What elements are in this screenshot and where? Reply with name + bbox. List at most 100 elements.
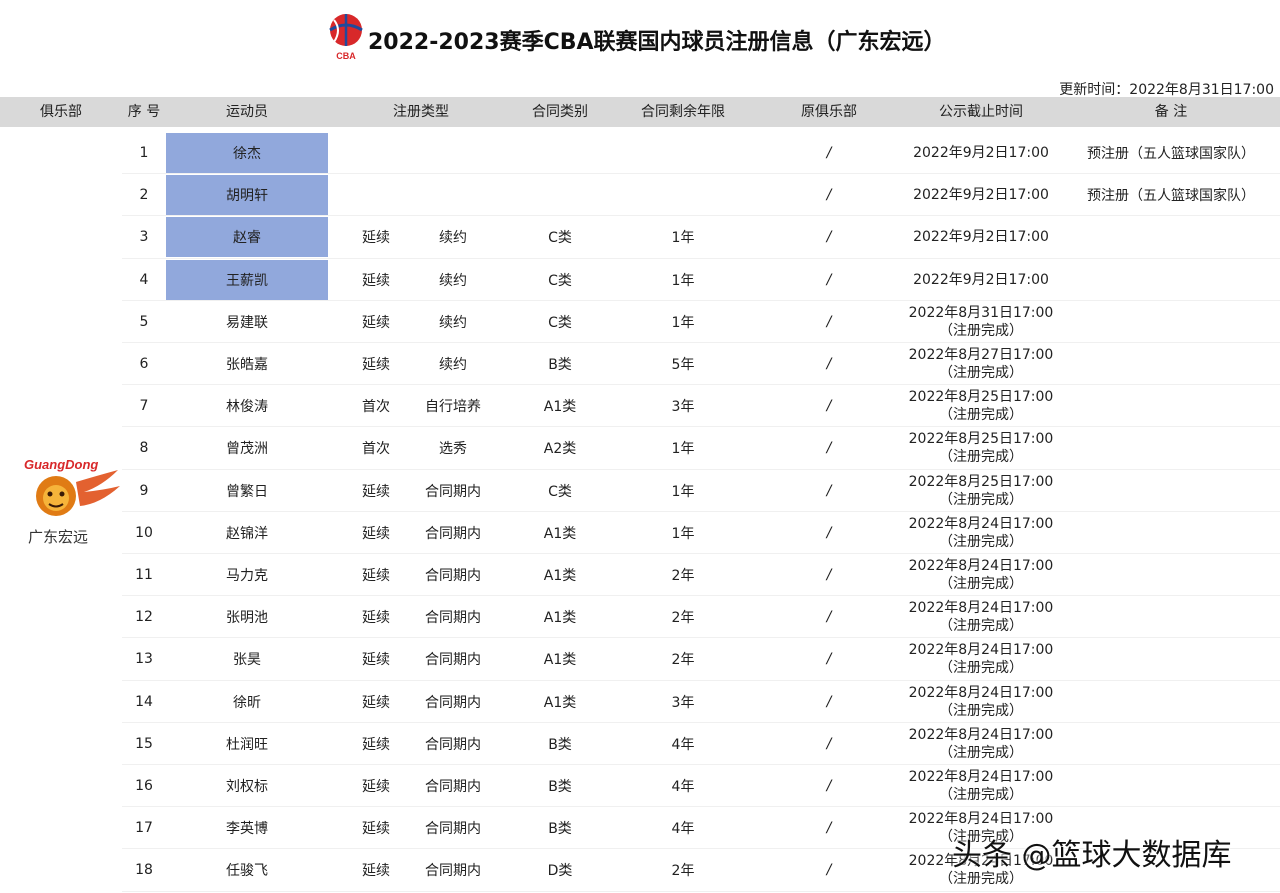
row-deadline: 2022年8月25日17:00 （注册完成） bbox=[900, 470, 1062, 512]
row-athlete-name: 徐杰 bbox=[166, 133, 328, 173]
row-deadline: 2022年9月2日17:00 bbox=[900, 174, 1062, 216]
row-deadline-time: 2022年8月24日17:00 bbox=[908, 600, 1054, 617]
row-contract-years: 2年 bbox=[671, 652, 695, 669]
row-note bbox=[1062, 343, 1280, 385]
row-contract-years: 4年 bbox=[671, 779, 695, 795]
table-row: 12 延续 合同期内 A1类 2年 / 张明池 2022年8月24日17:00 （注册完成） bbox=[0, 596, 1280, 639]
row-deadline-status: （注册完成） bbox=[939, 787, 1023, 803]
row-contract-category: A1类 bbox=[543, 525, 577, 542]
row-athlete-name: 曾茂洲 bbox=[226, 441, 268, 458]
row-contract-category: D类 bbox=[547, 863, 573, 880]
row-no: 17 bbox=[135, 820, 153, 837]
row-note bbox=[1062, 470, 1280, 512]
row-note bbox=[1062, 427, 1280, 469]
row-contract-category: A2类 bbox=[543, 441, 577, 458]
row-no: 18 bbox=[135, 862, 153, 879]
row-reg-type-secondary: 合同期内 bbox=[425, 610, 481, 627]
row-reg-type-secondary: 合同期内 bbox=[425, 652, 481, 669]
table-row: 6 延续 续约 B类 5年 / 张皓嘉 2022年8月27日17:00 （注册完成） bbox=[0, 343, 1280, 386]
row-former-club: / bbox=[826, 440, 832, 457]
row-deadline-time: 2022年8月25日17:00 bbox=[908, 473, 1054, 490]
row-deadline-time: 2022年8月25日17:00 bbox=[908, 431, 1054, 448]
row-no: 7 bbox=[139, 398, 149, 415]
row-athlete-name: 曾繁日 bbox=[226, 483, 268, 500]
row-deadline-time: 2022年8月25日17:00 bbox=[908, 389, 1054, 406]
row-contract-category bbox=[512, 132, 608, 174]
row-no: 13 bbox=[135, 651, 153, 668]
row-contract-category: C类 bbox=[548, 272, 572, 289]
row-contract-years: 4年 bbox=[671, 821, 695, 838]
row-contract-years: 3年 bbox=[671, 694, 695, 711]
row-deadline-status: （注册完成） bbox=[939, 322, 1023, 339]
row-note bbox=[1062, 723, 1280, 765]
row-contract-category: C类 bbox=[548, 314, 572, 331]
row-deadline: 2022年8月31日17:00 （注册完成） bbox=[900, 301, 1062, 343]
row-athlete-name: 李英博 bbox=[226, 821, 268, 838]
page-title: 2022-2023赛季CBA联赛国内球员注册信息（广东宏远） bbox=[368, 30, 946, 55]
row-note bbox=[1062, 596, 1280, 638]
row-no: 9 bbox=[139, 482, 149, 499]
row-deadline-time: 2022年8月24日17:00 bbox=[908, 558, 1054, 574]
row-former-club: / bbox=[826, 356, 832, 372]
row-contract-years bbox=[608, 132, 758, 174]
row-contract-category bbox=[512, 174, 608, 216]
row-deadline-time: 2022年8月24日17:00 bbox=[908, 726, 1054, 743]
table-row: 2 / 预注册（五人篮球国家队） 胡明轩 2022年9月2日17:00 bbox=[0, 174, 1280, 217]
row-note bbox=[1062, 301, 1280, 343]
row-reg-type-secondary: 选秀 bbox=[439, 441, 467, 458]
row-deadline-time: 2022年8月24日17:00 bbox=[908, 684, 1054, 701]
row-former-club: / bbox=[826, 271, 832, 288]
row-athlete-name: 易建联 bbox=[226, 314, 268, 331]
row-reg-type-secondary bbox=[408, 174, 498, 216]
table-row: 4 延续 续约 C类 1年 / 王薪凯 2022年9月2日17:00 bbox=[0, 259, 1280, 301]
row-note: 预注册（五人篮球国家队） bbox=[1087, 146, 1255, 162]
table-row: 5 延续 续约 C类 1年 / 易建联 2022年8月31日17:00 （注册完成） bbox=[0, 301, 1280, 343]
row-deadline: 2022年8月24日17:00 （注册完成） bbox=[900, 681, 1062, 723]
row-no: 14 bbox=[135, 693, 153, 710]
row-deadline-status: （注册完成） bbox=[939, 744, 1023, 761]
row-deadline: 2022年8月24日17:00 （注册完成） bbox=[900, 723, 1062, 765]
title-bar: CBA 2022-2023赛季CBA联赛国内球员注册信息（广东宏远） bbox=[0, 0, 1280, 80]
header-contract-category: 合同类别 bbox=[532, 104, 588, 120]
row-deadline-status: （注册完成） bbox=[939, 449, 1023, 466]
row-contract-category: A1类 bbox=[543, 694, 577, 711]
header-no: 序 号 bbox=[127, 104, 161, 120]
table-row: 16 延续 合同期内 B类 4年 / 刘权标 2022年8月24日17:00 （注册完成） bbox=[0, 765, 1280, 808]
row-deadline-time: 2022年8月27日17:00 bbox=[908, 347, 1054, 363]
club-logo: GuangDong bbox=[24, 457, 120, 516]
row-reg-type-secondary: 合同期内 bbox=[425, 483, 481, 500]
row-contract-category: A1类 bbox=[543, 652, 577, 669]
row-athlete-name: 任骏飞 bbox=[226, 863, 268, 880]
row-former-club: / bbox=[826, 313, 832, 330]
row-contract-category: B类 bbox=[548, 821, 572, 838]
row-deadline-time: 2022年9月2日17:00 bbox=[913, 145, 1049, 161]
row-contract-years: 2年 bbox=[671, 610, 695, 627]
row-contract-years: 4年 bbox=[671, 736, 695, 753]
row-deadline-time: 2022年8月24日17:00 bbox=[908, 515, 1054, 532]
row-former-club: / bbox=[826, 820, 832, 837]
row-former-club: / bbox=[826, 651, 832, 668]
row-no: 8 bbox=[139, 440, 149, 457]
row-reg-type-secondary: 合同期内 bbox=[425, 821, 481, 838]
row-contract-category: C类 bbox=[548, 230, 572, 247]
club-block: GuangDong 广东宏远 bbox=[22, 452, 120, 552]
row-note bbox=[1062, 512, 1280, 554]
row-contract-category: C类 bbox=[548, 483, 572, 500]
row-contract-category: A1类 bbox=[543, 610, 577, 627]
cba-logo: CBA bbox=[329, 14, 363, 61]
table-row: 7 首次 自行培养 A1类 3年 / 林俊涛 2022年8月25日17:00 （注册完成） bbox=[0, 385, 1280, 428]
table-row: 11 延续 合同期内 A1类 2年 / 马力克 2022年8月24日17:00 （注册完成） bbox=[0, 554, 1280, 597]
row-note bbox=[1062, 554, 1280, 596]
row-former-club: / bbox=[826, 862, 832, 879]
row-former-club: / bbox=[826, 398, 832, 415]
row-reg-type-secondary: 合同期内 bbox=[425, 863, 481, 880]
row-deadline-status: （注册完成） bbox=[939, 576, 1023, 592]
row-deadline: 2022年8月25日17:00 （注册完成） bbox=[900, 385, 1062, 427]
row-reg-type-secondary: 续约 bbox=[439, 272, 467, 289]
row-former-club: / bbox=[826, 482, 832, 499]
row-former-club: / bbox=[826, 524, 832, 541]
row-no: 3 bbox=[139, 229, 149, 246]
row-athlete-name: 胡明轩 bbox=[166, 175, 328, 216]
row-former-club: / bbox=[826, 145, 832, 161]
row-contract-years: 2年 bbox=[671, 863, 695, 880]
